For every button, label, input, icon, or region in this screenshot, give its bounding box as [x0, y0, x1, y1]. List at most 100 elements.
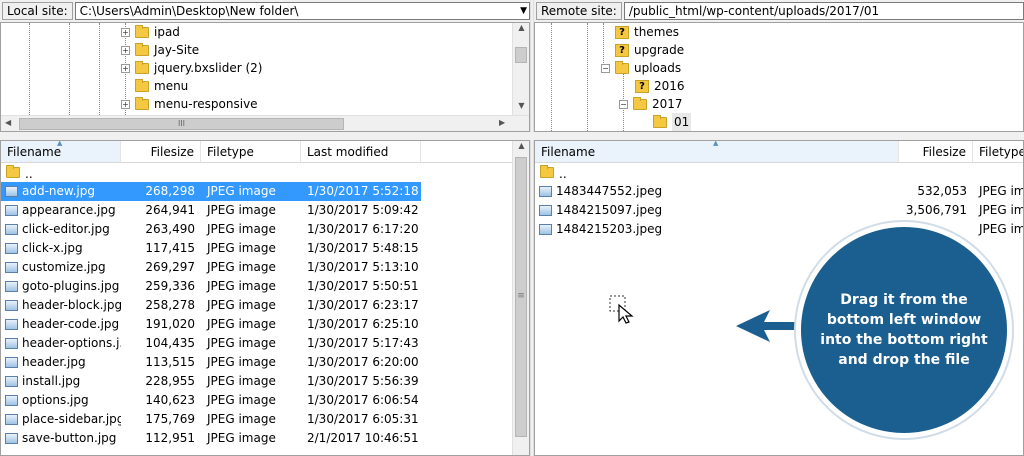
tree-item-label: themes [634, 25, 680, 39]
expand-icon[interactable]: + [121, 99, 130, 109]
file-type: JPEG image [207, 241, 276, 255]
scroll-down-icon[interactable]: ▼ [513, 101, 529, 115]
scroll-up-icon[interactable]: ▲ [513, 23, 529, 37]
file-row[interactable]: goto-plugins.jpg 259,336 JPEG image 1/30/20… [1, 277, 513, 296]
file-row[interactable]: place-sidebar.jpg 175,769 JPEG image 1/30/2… [1, 410, 513, 429]
column-filetype[interactable]: Filetype [973, 141, 1023, 162]
column-filesize[interactable]: Filesize [899, 141, 973, 162]
local-tree-vscroll[interactable]: ▲ ▼ [512, 23, 529, 115]
tree-item-uploads[interactable]: − uploads [601, 59, 681, 77]
file-modified: 1/30/2017 5:50:51 ... [307, 279, 421, 293]
file-row[interactable]: 1484215097.jpeg 3,506,791 JPEG ima [535, 201, 1023, 220]
file-type: JPEG image [207, 184, 276, 198]
tree-item-01[interactable]: 01 [653, 113, 692, 131]
local-file-list[interactable]: Filename Filesize Filetype Last modified… [0, 140, 530, 456]
column-last-modified[interactable]: Last modified [301, 141, 421, 162]
image-file-icon [5, 205, 18, 216]
file-modified: 1/30/2017 5:13:10 ... [307, 260, 421, 274]
tree-item-ipad[interactable]: + ipad [121, 23, 180, 41]
file-row[interactable]: customize.jpg 269,297 JPEG image 1/30/2017 … [1, 258, 513, 277]
local-file-list-header: Filename Filesize Filetype Last modified [1, 141, 513, 163]
grip-icon: ≡ [517, 291, 525, 301]
file-row[interactable]: click-x.jpg 117,415 JPEG image 1/30/2017 5:… [1, 239, 513, 258]
file-row[interactable]: save-button.jpg 112,951 JPEG image 2/1/2017… [1, 429, 513, 448]
tree-item-label: Jay-Site [154, 43, 200, 57]
tree-item-themes[interactable]: ? themes [615, 23, 679, 41]
remote-path-combobox[interactable]: /public_html/wp-content/uploads/2017/01 [623, 2, 1024, 20]
folder-open-icon [653, 114, 667, 128]
tree-item-label: 2017 [652, 97, 683, 111]
file-row[interactable]: click-editor.jpg 263,490 JPEG image 1/30/20… [1, 220, 513, 239]
file-name: place-sidebar.jpg [22, 412, 121, 426]
remote-site-label: Remote site: [536, 2, 622, 20]
file-row[interactable]: header.jpg 113,515 JPEG image 1/30/2017 6:2… [1, 353, 513, 372]
remote-directory-tree[interactable]: ? themes ? upgrade − uploads ? 2016 − 20… [534, 22, 1024, 132]
file-row[interactable]: appearance.jpg 264,941 JPEG image 1/30/2017… [1, 201, 513, 220]
file-name: header.jpg [22, 355, 86, 369]
collapse-icon[interactable]: − [619, 99, 628, 109]
horizontal-divider[interactable] [0, 132, 1024, 140]
scroll-left-icon[interactable]: ◀ [5, 118, 11, 127]
tree-item-label: uploads [634, 61, 682, 75]
file-type: JPEG ima [979, 184, 1023, 198]
file-row[interactable]: 1483447552.jpeg 532,053 JPEG ima [535, 182, 1023, 201]
grip-icon: III [177, 119, 186, 128]
expand-icon[interactable]: + [121, 63, 130, 73]
file-name: customize.jpg [22, 260, 106, 274]
column-filetype[interactable]: Filetype [201, 141, 301, 162]
chevron-down-icon[interactable]: ▼ [520, 3, 527, 19]
expand-icon[interactable]: + [121, 27, 130, 37]
parent-directory-row[interactable]: .. [535, 163, 1023, 182]
file-row[interactable]: options.jpg 140,623 JPEG image 1/30/2017 6:… [1, 391, 513, 410]
tree-item-jquery-bxslider[interactable]: + jquery.bxslider (2) [121, 59, 262, 77]
file-name: header-options.j... [22, 336, 121, 350]
scroll-h-thumb[interactable]: III [19, 118, 344, 130]
local-file-vscroll[interactable]: ▲ ≡ [512, 141, 529, 455]
collapse-icon[interactable]: − [601, 63, 610, 73]
local-path-combobox[interactable]: C:\Users\Admin\Desktop\New folder\ ▼ [74, 2, 530, 20]
drag-cursor-icon [609, 295, 639, 325]
image-file-icon [5, 433, 18, 444]
file-row[interactable]: header-options.j... 104,435 JPEG image 1/30… [1, 334, 513, 353]
tree-item-label: 01 [672, 113, 692, 131]
file-row[interactable]: install.jpg 228,955 JPEG image 1/30/2017 5:… [1, 372, 513, 391]
file-size: 263,490 [145, 222, 195, 236]
image-file-icon [5, 319, 18, 330]
sort-ascending-icon: ▲ [713, 140, 719, 147]
tree-item-2016[interactable]: ? 2016 [635, 77, 685, 95]
file-name: appearance.jpg [22, 203, 116, 217]
file-row[interactable]: add-new.jpg 268,298 JPEG image 1/30/2017 5:… [1, 182, 421, 201]
local-directory-tree[interactable]: + ipad + Jay-Site + jquery.bxslider (2) … [0, 22, 530, 132]
file-row[interactable]: header-block.jpg 258,278 JPEG image 1/30/20… [1, 296, 513, 315]
column-filesize[interactable]: Filesize [121, 141, 201, 162]
scroll-up-icon[interactable]: ▲ [513, 141, 529, 155]
image-file-icon [5, 376, 18, 387]
parent-directory-row[interactable]: .. [1, 163, 513, 182]
tree-item-upgrade[interactable]: ? upgrade [615, 41, 684, 59]
scroll-thumb[interactable] [515, 47, 527, 63]
file-modified: 1/30/2017 5:17:43 ... [307, 336, 421, 350]
file-row[interactable]: header-code.jpg 191,020 JPEG image 1/30/201… [1, 315, 513, 334]
image-file-icon [5, 186, 18, 197]
image-file-icon [5, 338, 18, 349]
file-size: 3,506,791 [905, 203, 967, 217]
local-tree-hscroll[interactable]: ◀ III ▶ [1, 115, 529, 131]
file-size: 191,020 [145, 317, 195, 331]
file-size: 532,053 [917, 184, 967, 198]
tree-item-2017[interactable]: − 2017 [619, 95, 683, 113]
tree-item-jay-site[interactable]: + Jay-Site [121, 41, 199, 59]
sort-ascending-icon: ▲ [57, 140, 63, 147]
tree-item-menu-responsive[interactable]: + menu-responsive [121, 95, 258, 113]
tree-item-label: menu-responsive [154, 97, 258, 111]
local-site-label: Local site: [2, 2, 73, 20]
folder-icon [135, 42, 149, 56]
remote-file-list-header: Filename Filesize Filetype [535, 141, 1023, 163]
scroll-right-icon[interactable]: ▶ [499, 118, 505, 127]
unknown-folder-icon: ? [615, 25, 629, 39]
tree-item-menu[interactable]: menu [135, 77, 188, 95]
file-type: JPEG image [207, 374, 276, 388]
folder-open-icon [615, 60, 629, 74]
scroll-thumb[interactable]: ≡ [515, 157, 527, 437]
expand-icon[interactable]: + [121, 45, 130, 55]
file-modified: 1/30/2017 6:05:31 ... [307, 412, 421, 426]
